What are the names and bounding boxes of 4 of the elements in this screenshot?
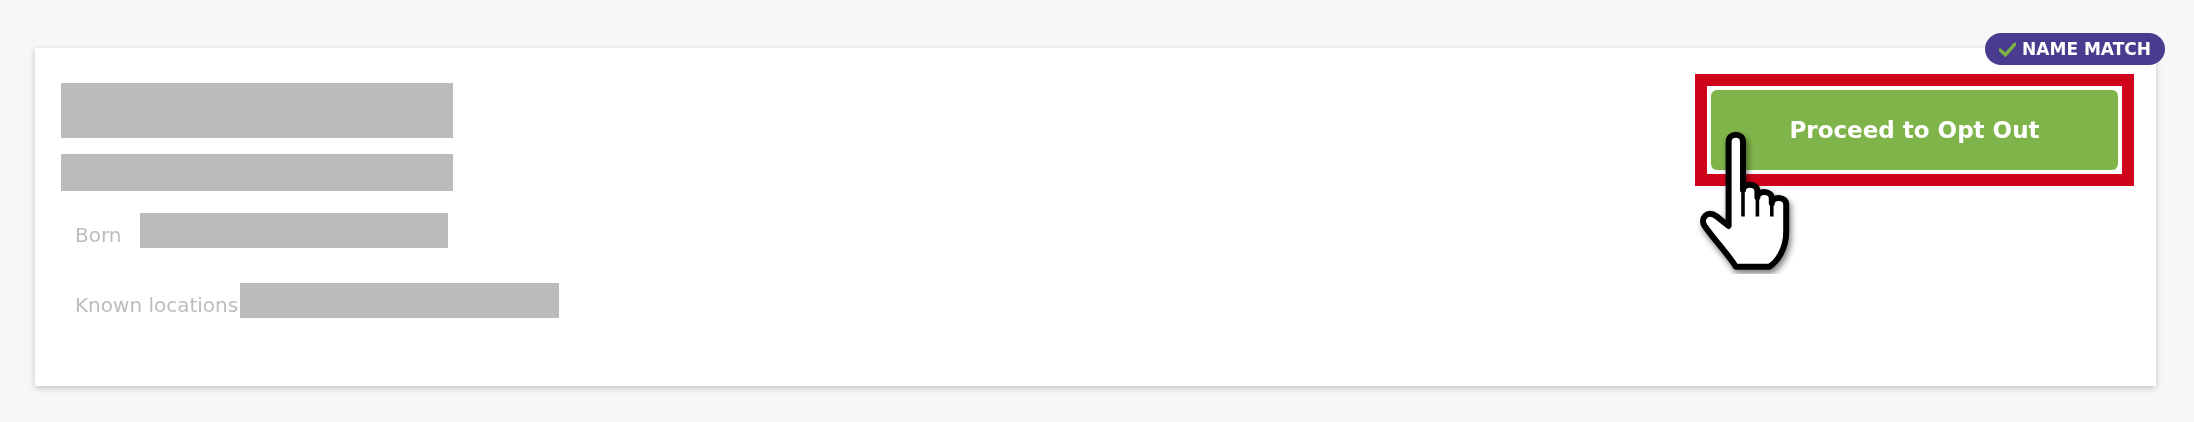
proceed-button[interactable]: Proceed to Opt Out: [1711, 90, 2118, 170]
field-label: Known locations: [75, 291, 239, 317]
badge-label: NAME MATCH: [2022, 39, 2151, 59]
field-label: Born: [75, 221, 122, 247]
